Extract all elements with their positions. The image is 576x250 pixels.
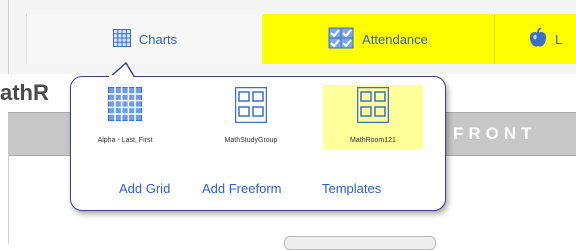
top-tab-bar: Charts Attendance L [0,0,576,75]
alpha-grid-icon [108,87,142,126]
tab-charts[interactable]: Charts [26,14,264,64]
tab-attendance[interactable]: Attendance [262,14,494,64]
tab-attendance-label: Attendance [362,31,428,47]
tab-lessons[interactable]: L [494,14,576,64]
chart-option-label: Alpha - Last, First [97,137,153,144]
grid-icon [112,28,131,50]
student-desk[interactable] [284,236,436,250]
add-freeform-link[interactable]: Add Freeform [202,181,281,196]
chart-option-mathstudygroup[interactable]: MathStudyGroup [201,85,301,149]
front-label: FRONT [453,124,537,143]
frame-line [8,0,9,74]
frame-line [8,154,9,244]
apple-icon [529,26,547,51]
freeform-icon [356,86,390,128]
chart-option-label: MathStudyGroup [224,137,278,144]
chart-option-mathroom121[interactable]: MathRoom121 [323,85,423,149]
tab-charts-label: Charts [138,31,178,47]
add-grid-link[interactable]: Add Grid [119,181,170,196]
attendance-check-icon [328,27,354,52]
room-title: athR [0,80,49,105]
chart-option-alpha[interactable]: Alpha - Last, First [75,85,175,149]
pointer-seam [109,75,133,79]
tab-lessons-label: L [555,31,563,47]
chart-option-label: MathRoom121 [350,137,396,144]
templates-link[interactable]: Templates [322,181,381,196]
freeform-icon [234,86,268,128]
charts-menu-popup: Alpha - Last, First MathStudyGroup MathR [70,75,446,211]
